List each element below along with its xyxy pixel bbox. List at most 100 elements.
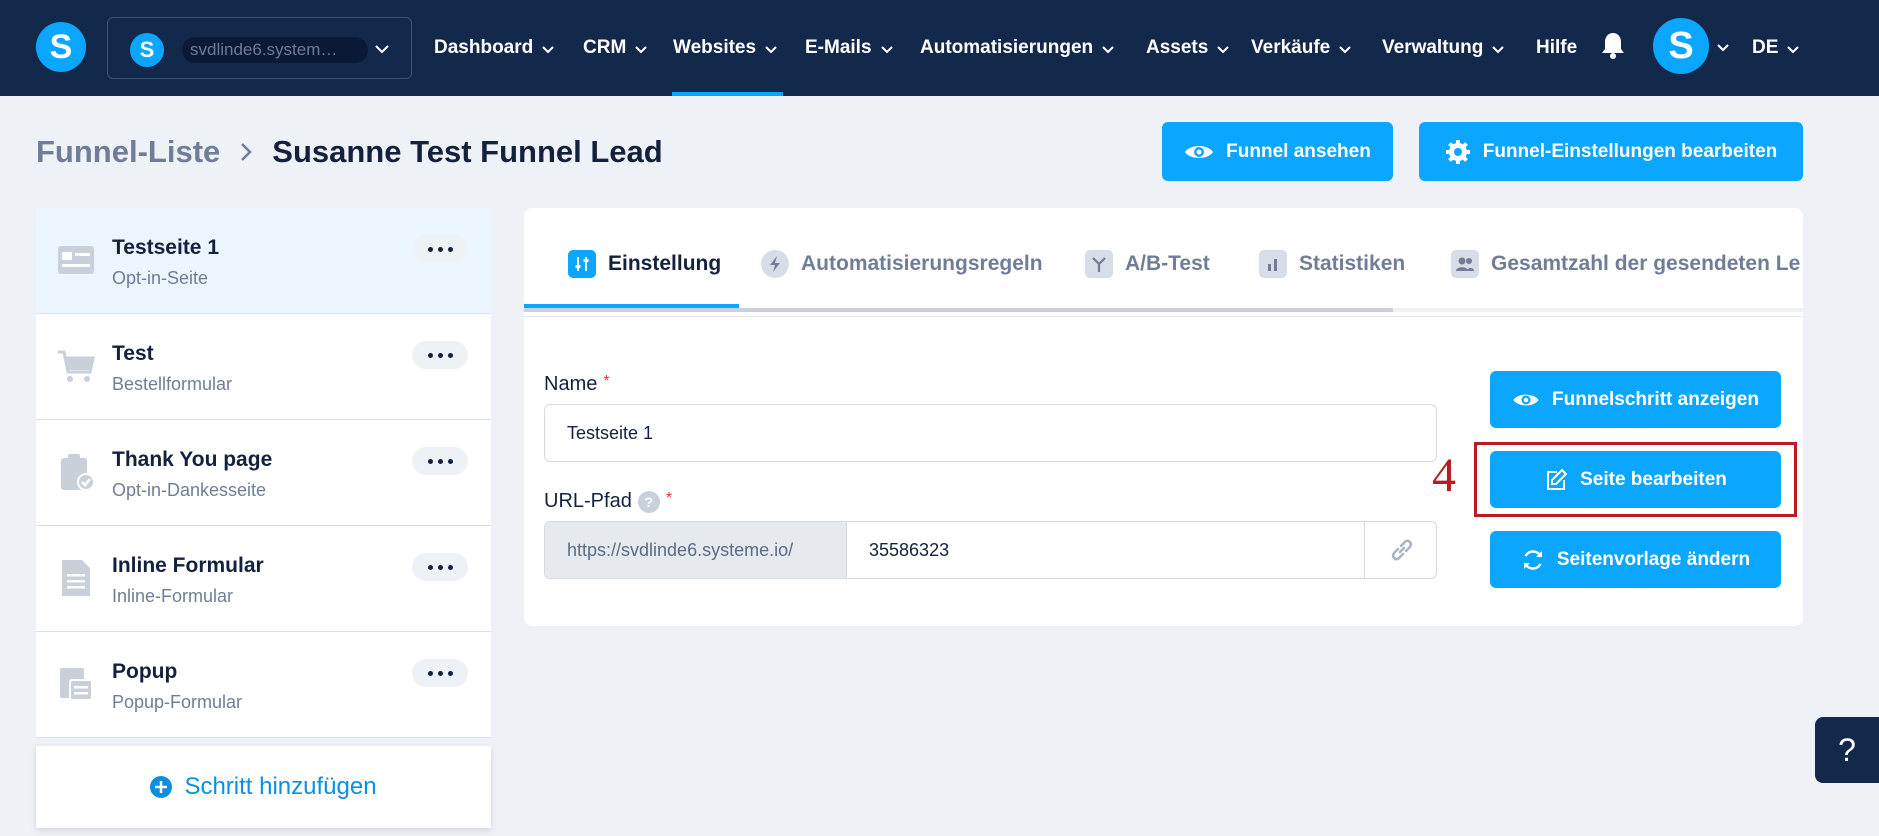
page-title: Susanne Test Funnel Lead (272, 134, 663, 169)
chevron-down-icon[interactable] (1716, 40, 1730, 54)
tab-ab-test[interactable]: A/B-Test (1085, 246, 1210, 282)
add-step-button[interactable]: Schritt hinzufügen (36, 746, 491, 828)
more-options-button[interactable] (412, 235, 468, 263)
dot (447, 246, 453, 252)
chevron-down-icon (765, 46, 777, 54)
account-avatar-letter: S (139, 37, 155, 62)
dot (427, 670, 433, 676)
help-icon[interactable]: ? (637, 490, 660, 513)
systeme-logo[interactable]: S (36, 22, 86, 72)
view-funnel-label: Funnel ansehen (1226, 140, 1371, 162)
chevron-down-icon (1339, 46, 1351, 54)
nav-label: CRM (583, 37, 627, 58)
change-template-label: Seitenvorlage ändern (1556, 548, 1751, 570)
required-marker: * (603, 372, 610, 390)
url-path-value: 35586323 (869, 539, 950, 560)
funnel-step[interactable]: Thank You page Opt-in-Dankesseite (36, 420, 491, 526)
nav-active-indicator (672, 92, 783, 96)
document-icon (62, 560, 90, 596)
bolt-icon (761, 250, 789, 278)
account-avatar: S (130, 33, 164, 67)
change-page-template-button[interactable]: Seitenvorlage ändern (1490, 531, 1781, 588)
copy-link-button[interactable] (1364, 522, 1436, 578)
gear-icon (1445, 139, 1470, 164)
eye-icon (1513, 394, 1539, 405)
tab-gesamtzahl-leads[interactable]: Gesamtzahl der gesendeten Le (1451, 246, 1800, 282)
chevron-right-icon (241, 143, 253, 161)
split-icon (1085, 250, 1113, 278)
refresh-icon (1523, 549, 1543, 570)
funnel-step[interactable]: Testseite 1 Opt-in-Seite (36, 208, 491, 314)
account-switcher[interactable]: S svdlinde6.system… (107, 17, 412, 79)
optin-page-icon (58, 246, 94, 274)
nav-item-assets[interactable]: Assets (1146, 33, 1230, 63)
name-input[interactable]: Testseite 1 (544, 404, 1437, 462)
show-funnel-step-button[interactable]: Funnelschritt anzeigen (1490, 371, 1781, 428)
tab-statistiken[interactable]: Statistiken (1259, 246, 1405, 282)
breadcrumb-parent-link[interactable]: Funnel-Liste (36, 134, 220, 170)
tab-label: Automatisierungsregeln (801, 252, 1043, 275)
nav-item-verwaltung[interactable]: Verwaltung (1382, 33, 1505, 63)
nav-item-emails[interactable]: E-Mails (805, 33, 894, 63)
tab-label: Einstellung (608, 252, 722, 275)
tab-scrollbar[interactable] (524, 308, 1393, 312)
language-selector[interactable]: DE (1752, 33, 1800, 63)
chevron-down-icon (375, 45, 389, 54)
annotation-step-number: 4 (1432, 449, 1456, 502)
user-avatar[interactable]: S (1653, 18, 1709, 74)
edit-funnel-settings-button[interactable]: Funnel-Einstellungen bearbeiten (1419, 122, 1803, 181)
funnel-step[interactable]: Inline Formular Inline-Formular (36, 526, 491, 632)
dot (437, 458, 443, 464)
help-button-label: ? (1838, 731, 1856, 768)
popup-form-icon (60, 668, 93, 701)
chevron-down-icon (880, 46, 893, 54)
sliders-icon (568, 250, 596, 278)
nav-item-crm[interactable]: CRM (583, 33, 648, 63)
more-options-button[interactable] (412, 341, 468, 369)
more-options-button[interactable] (412, 659, 468, 687)
url-path-input[interactable]: 35586323 (847, 522, 1364, 578)
dot (427, 564, 433, 570)
plus-circle-icon (150, 776, 173, 798)
step-type: Opt-in-Dankesseite (112, 480, 267, 500)
nav-item-websites[interactable]: Websites (673, 33, 778, 63)
dot (437, 670, 443, 676)
user-avatar-letter: S (1668, 24, 1694, 67)
tab-einstellung[interactable]: Einstellung (568, 246, 721, 282)
shopping-cart-icon (58, 350, 95, 382)
nav-label: Automatisierungen (920, 37, 1094, 58)
nav-label: Websites (673, 37, 757, 58)
help-button[interactable]: ? (1815, 717, 1879, 783)
annotation-highlight-box (1474, 442, 1797, 517)
nav-label: Verkäufe (1251, 37, 1331, 58)
tab-automatisierungsregeln[interactable]: Automatisierungsregeln (761, 246, 1043, 282)
dot (427, 458, 433, 464)
chevron-down-icon (1787, 46, 1800, 54)
nav-label: Dashboard (434, 37, 534, 58)
nav-item-dashboard[interactable]: Dashboard (434, 33, 555, 63)
chevron-down-icon (1492, 46, 1505, 54)
step-title: Inline Formular (112, 554, 264, 577)
dot (447, 458, 453, 464)
top-navigation-bar: S S svdlinde6.system… Dashboard CRM Webs… (0, 0, 1879, 96)
step-title: Thank You page (112, 448, 273, 471)
nav-item-hilfe[interactable]: Hilfe (1536, 33, 1577, 63)
bell-icon[interactable] (1601, 31, 1625, 59)
nav-item-verkaeufe[interactable]: Verkäufe (1251, 33, 1352, 63)
link-icon (1391, 539, 1412, 561)
edit-funnel-settings-label: Funnel-Einstellungen bearbeiten (1482, 140, 1778, 162)
more-options-button[interactable] (412, 447, 468, 475)
active-tab-indicator (524, 304, 739, 308)
funnel-step[interactable]: Test Bestellformular (36, 314, 491, 420)
more-options-button[interactable] (412, 553, 468, 581)
step-type: Popup-Formular (112, 692, 243, 712)
name-input-value: Testseite 1 (567, 422, 654, 443)
divider (524, 316, 1803, 317)
url-path-field: https://svdlinde6.systeme.io/ 35586323 (544, 521, 1437, 579)
view-funnel-button[interactable]: Funnel ansehen (1162, 122, 1393, 181)
name-field-label: Name * (544, 373, 610, 396)
funnel-step[interactable]: Popup Popup-Formular (36, 632, 491, 738)
tab-label: A/B-Test (1125, 252, 1210, 275)
nav-item-automatisierungen[interactable]: Automatisierungen (920, 33, 1115, 63)
dot (427, 246, 433, 252)
